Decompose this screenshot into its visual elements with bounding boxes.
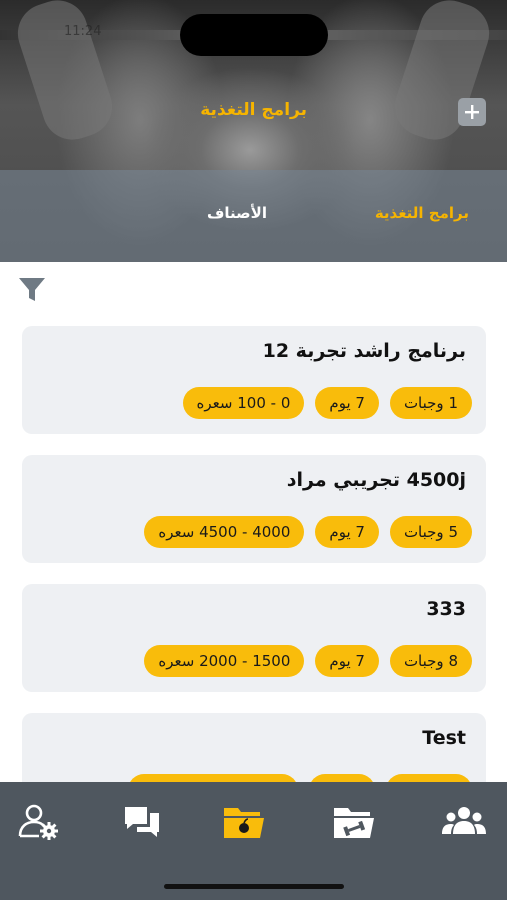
group-icon (442, 807, 486, 834)
nav-chat[interactable] (118, 800, 166, 844)
workout-folder-icon (334, 808, 374, 838)
nutrition-folder-icon (224, 808, 264, 838)
nav-user-settings[interactable] (15, 800, 63, 844)
filter-icon (19, 278, 45, 301)
nav-nutrition[interactable] (220, 800, 268, 844)
arm-left (10, 0, 120, 148)
program-card[interactable]: 4500j تجريبي مراد 5 وجبات 7 يوم 4000 - 4… (22, 455, 486, 563)
tab-programs[interactable]: برامج التغذية (375, 204, 469, 222)
home-indicator (164, 884, 344, 889)
meals-chip: 1 وجبات (389, 387, 472, 419)
meals-chip: 8 وجبات (389, 645, 472, 677)
days-chip: 7 يوم (315, 387, 379, 419)
program-title: برنامج راشد تجربة 12 (262, 340, 466, 362)
calories-chip: 0 - 100 سعره (182, 387, 305, 419)
tab-categories[interactable]: الأصناف (207, 204, 267, 222)
plus-icon (465, 105, 479, 119)
program-card[interactable]: 333 8 وجبات 7 يوم 1500 - 2000 سعره (22, 584, 486, 692)
program-card[interactable]: برنامج راشد تجربة 12 1 وجبات 7 يوم 0 - 1… (22, 326, 486, 434)
days-chip: 7 يوم (315, 516, 379, 548)
calories-chip: 1500 - 2000 سعره (144, 645, 305, 677)
program-title: 4500j تجريبي مراد (286, 469, 466, 491)
program-title: 333 (426, 598, 466, 620)
nav-workout[interactable] (330, 800, 378, 844)
chat-icon (125, 807, 159, 837)
program-title: Test (422, 727, 466, 749)
user-settings-icon (18, 804, 58, 840)
filter-button[interactable] (18, 276, 46, 304)
calories-chip: 4000 - 4500 سعره (144, 516, 305, 548)
add-button[interactable] (458, 98, 486, 126)
status-time: 11:24 (64, 24, 102, 39)
page-title: برامج التغذية (200, 100, 307, 120)
nav-groups[interactable] (440, 800, 488, 844)
days-chip: 7 يوم (315, 645, 379, 677)
dynamic-island (180, 14, 328, 56)
meals-chip: 5 وجبات (389, 516, 472, 548)
